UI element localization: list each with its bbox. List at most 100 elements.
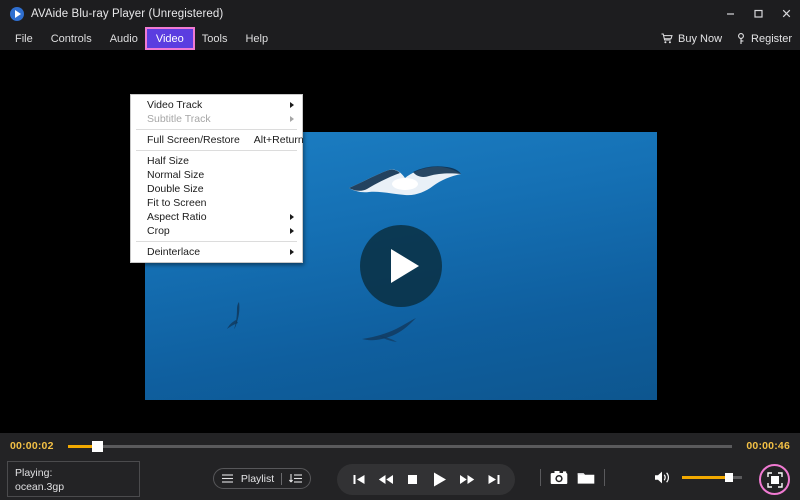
menu-item-label: Double Size [147,183,204,195]
menu-file[interactable]: File [6,30,42,47]
menu-bar: File Controls Audio Video Tools Help Buy… [0,27,800,50]
menu-separator [136,241,297,242]
fullscreen-button[interactable] [759,464,790,495]
cart-icon [661,33,673,44]
playlist-button[interactable]: Playlist [213,468,311,489]
volume-slider[interactable] [682,473,742,482]
menu-video[interactable]: Video [144,27,195,50]
hamburger-icon [221,474,233,483]
menu-audio[interactable]: Audio [101,30,147,47]
current-time-label: 00:00:02 [10,440,54,452]
volume-handle[interactable] [724,473,733,482]
menu-item-label: Full Screen/Restore [147,134,240,146]
menu-item-label: Video Track [147,99,203,111]
menu-separator [136,150,297,151]
capture-divider-left [540,469,541,486]
chevron-right-icon [290,116,294,122]
title-bar: AVAide Blu-ray Player (Unregistered) [0,0,800,27]
volume-group [654,470,742,485]
window-title: AVAide Blu-ray Player (Unregistered) [31,7,224,20]
video-dropdown-menu[interactable]: Video Track Subtitle Track Full Screen/R… [130,94,304,263]
menu-controls[interactable]: Controls [42,30,101,47]
maximize-button[interactable] [744,0,772,27]
menu-tools[interactable]: Tools [193,30,237,47]
chevron-right-icon [290,228,294,234]
fast-forward-button[interactable] [456,469,478,491]
menu-item-label: Aspect Ratio [147,211,207,223]
menu-item-full-screen-restore[interactable]: Full Screen/Restore Alt+Return [131,133,304,147]
menu-item-label: Subtitle Track [147,113,211,125]
now-playing-status: Playing: [15,467,53,479]
register-label: Register [751,32,792,45]
menu-item-crop[interactable]: Crop [131,224,302,238]
play-icon [434,472,446,487]
menu-help[interactable]: Help [236,30,277,47]
menu-item-deinterlace[interactable]: Deinterlace [131,245,302,259]
menu-item-video-track[interactable]: Video Track [131,98,302,112]
rewind-icon [378,475,393,484]
menu-item-normal-size[interactable]: Normal Size [131,168,302,182]
buy-now-label: Buy Now [678,32,723,45]
skip-forward-icon [488,475,499,484]
snapshot-button[interactable] [550,470,568,485]
fast-forward-icon [459,475,474,484]
seek-slider[interactable] [68,441,732,452]
previous-track-button[interactable] [348,469,370,491]
menu-item-label: Half Size [147,155,190,167]
menu-item-subtitle-track[interactable]: Subtitle Track [131,112,302,126]
menu-item-shortcut: Alt+Return [253,134,304,146]
play-button[interactable] [429,469,451,491]
open-folder-button[interactable] [577,470,595,485]
camera-icon [550,471,568,484]
menu-item-double-size[interactable]: Double Size [131,182,302,196]
menu-item-fit-to-screen[interactable]: Fit to Screen [131,196,302,210]
playlist-divider [281,472,283,485]
chevron-right-icon [290,102,294,108]
playlist-sort-icon [289,474,303,483]
menu-item-half-size[interactable]: Half Size [131,154,302,168]
playlist-label: Playlist [240,472,275,485]
volume-fill [682,476,729,479]
skip-back-icon [353,475,364,484]
bottom-control-bar: 00:00:02 00:00:46 Playing: ocean.3gp Pla… [0,433,800,500]
menu-item-label: Fit to Screen [147,197,207,209]
key-icon [738,32,744,44]
menu-separator [136,129,297,130]
seek-handle[interactable] [91,441,103,452]
play-triangle-icon [391,249,419,283]
close-button[interactable] [772,0,800,27]
menu-item-label: Crop [147,225,170,237]
capture-divider-right [604,469,605,486]
seagull-main-icon [349,166,461,196]
rewind-button[interactable] [375,469,397,491]
stop-button[interactable] [402,469,424,491]
speaker-icon[interactable] [654,470,674,485]
capture-group [540,469,605,486]
transport-controls [337,464,515,495]
controls-row: Playing: ocean.3gp Playlist [0,459,800,500]
minimize-button[interactable] [716,0,744,27]
stop-icon [408,475,417,484]
chevron-right-icon [290,249,294,255]
menu-bar-right: Buy Now Register [661,27,792,50]
play-logo-icon [10,6,24,21]
now-playing-filename: ocean.3gp [15,481,65,493]
window-controls [716,0,800,27]
menu-item-aspect-ratio[interactable]: Aspect Ratio [131,210,302,224]
chevron-right-icon [290,214,294,220]
seagull-small-left-icon [227,302,240,329]
fullscreen-icon [766,471,783,488]
total-time-label: 00:00:46 [746,440,790,452]
seagull-small-right-icon [362,318,416,342]
seek-row: 00:00:02 00:00:46 [0,433,800,459]
player-window: AVAide Blu-ray Player (Unregistered) Fil… [0,0,800,500]
buy-now-button[interactable]: Buy Now [661,33,722,45]
now-playing-box: Playing: ocean.3gp [7,461,140,497]
next-track-button[interactable] [483,469,505,491]
menu-item-label: Deinterlace [147,246,201,258]
menu-item-label: Normal Size [147,169,205,181]
play-overlay-button[interactable] [360,225,442,307]
register-button[interactable]: Register [736,33,792,45]
video-stage[interactable]: Video Track Subtitle Track Full Screen/R… [0,50,800,433]
folder-icon [577,473,595,484]
